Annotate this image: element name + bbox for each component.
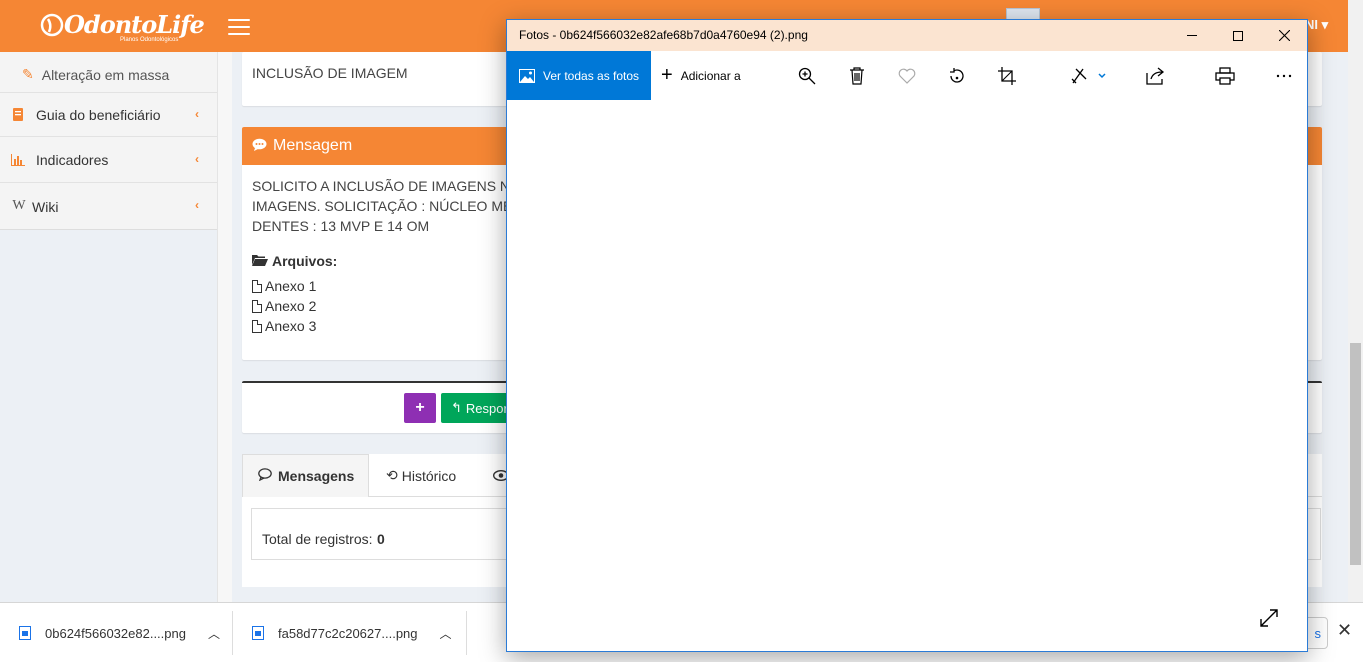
logo-subtitle: Planos Odontológicos — [120, 37, 179, 43]
share-icon[interactable] — [1145, 65, 1167, 87]
folder-open-icon — [252, 253, 268, 269]
file-icon — [252, 299, 262, 313]
add-button[interactable]: + — [404, 393, 436, 423]
chevron-left-icon: ‹ — [195, 107, 199, 121]
sidebar-edge — [217, 52, 232, 602]
image-file-icon — [252, 626, 264, 640]
attachment-link[interactable]: Anexo 3 — [252, 318, 316, 334]
logo-text: OdontoLife — [64, 10, 205, 39]
chevron-left-icon: ‹ — [195, 198, 199, 212]
file-icon — [252, 279, 262, 293]
attachments-label: Arquivos: — [272, 253, 338, 269]
photos-app-window: Fotos - 0b624f566032e82afe68b7d0a4760e94… — [506, 19, 1308, 652]
bar-chart-icon — [11, 153, 25, 167]
gallery-icon — [519, 68, 535, 83]
chevron-up-icon[interactable]: ︿ — [440, 625, 452, 642]
total-records-value: 0 — [377, 531, 385, 547]
reply-icon: ↰ — [451, 400, 462, 415]
book-icon — [11, 108, 25, 122]
close-button[interactable] — [1261, 20, 1307, 51]
message-header-title: Mensagem — [273, 137, 353, 154]
pencil-icon: ✎ — [22, 66, 34, 82]
chevron-left-icon: ‹ — [195, 152, 199, 166]
minimize-button[interactable] — [1169, 20, 1215, 51]
sidebar: ✎ Alteração em massa Guia do beneficiári… — [0, 52, 217, 230]
fullscreen-icon[interactable] — [1259, 608, 1279, 631]
download-separator — [232, 611, 233, 655]
tab-historico[interactable]: ⟲ Histórico — [386, 454, 496, 497]
history-icon: ⟲ — [386, 467, 398, 483]
chevron-up-icon[interactable]: ︿ — [208, 625, 220, 642]
rotate-icon[interactable] — [946, 65, 968, 87]
tab-label: Histórico — [401, 467, 457, 484]
sidebar-subitem-alteracao-em-massa[interactable]: ✎ Alteração em massa — [22, 66, 169, 83]
download-separator — [466, 611, 467, 655]
add-to-label: Adicionar a — [680, 68, 741, 83]
sidebar-item-guia-do-beneficiario[interactable]: Guia do beneficiário ‹ — [0, 92, 217, 137]
sidebar-empty-area — [0, 230, 232, 602]
download-item[interactable]: 0b624f566032e82....png ︿ — [19, 613, 220, 653]
comments-icon — [258, 468, 274, 484]
window-title: Fotos - 0b624f566032e82afe68b7d0a4760e94… — [519, 28, 808, 42]
user-menu-label[interactable]: NI ▾ — [1305, 17, 1328, 33]
scrollbar-thumb[interactable] — [1350, 343, 1361, 565]
reply-label: Respor — [465, 400, 508, 416]
sidebar-item-label: Wiki — [32, 199, 59, 215]
sidebar-subitem-label: Alteração em massa — [41, 66, 170, 83]
edit-icon[interactable] — [1069, 65, 1109, 87]
logo[interactable]: OdontoLife Planos Odontológicos — [38, 8, 205, 48]
see-all-photos-button[interactable]: Ver todas as fotos — [507, 51, 651, 100]
file-icon — [252, 319, 262, 333]
delete-icon[interactable] — [846, 65, 868, 87]
see-all-photos-label: Ver todas as fotos — [543, 68, 640, 83]
sidebar-item-wiki[interactable]: W Wiki ‹ — [0, 184, 217, 215]
attachment-name: Anexo 3 — [265, 318, 317, 334]
download-item[interactable]: fa58d77c2c20627....png ︿ — [252, 613, 452, 653]
menu-toggle-button[interactable] — [228, 19, 250, 35]
message-line: SOLICITO A INCLUSÃO DE IMAGENS N — [252, 178, 511, 194]
comment-icon — [252, 138, 267, 154]
message-line: DENTES : 13 MVP E 14 OM — [252, 218, 430, 234]
sidebar-item-indicadores[interactable]: Indicadores ‹ — [0, 138, 217, 183]
wikipedia-icon: W — [12, 198, 26, 213]
sidebar-item-label: Indicadores — [36, 152, 109, 168]
attachment-link[interactable]: Anexo 2 — [252, 298, 316, 314]
sidebar-item-label: Guia do beneficiário — [36, 106, 161, 123]
plus-icon: + — [661, 64, 673, 86]
window-titlebar[interactable]: Fotos - 0b624f566032e82afe68b7d0a4760e94… — [507, 20, 1307, 51]
add-to-button[interactable]: + Adicionar a — [661, 51, 741, 100]
attachment-name: Anexo 1 — [265, 278, 317, 294]
tab-label: Mensagens — [278, 468, 355, 484]
attachment-link[interactable]: Anexo 1 — [252, 278, 316, 294]
tab-mensagens[interactable]: Mensagens — [242, 454, 369, 497]
zoom-icon[interactable] — [796, 65, 818, 87]
attachments-heading: Arquivos: — [252, 253, 337, 269]
favorite-icon[interactable] — [896, 65, 918, 87]
more-icon[interactable] — [1273, 65, 1295, 87]
message-line: IMAGENS. SOLICITAÇÃO : NÚCLEO ME — [252, 198, 513, 214]
image-file-icon — [19, 626, 31, 640]
crop-icon[interactable] — [996, 65, 1018, 87]
photos-toolbar: Ver todas as fotos + Adicionar a — [507, 51, 1307, 100]
maximize-button[interactable] — [1215, 20, 1261, 51]
close-icon[interactable]: ✕ — [1337, 620, 1352, 641]
attachment-name: Anexo 2 — [265, 298, 317, 314]
logo-mark-icon — [40, 13, 64, 37]
download-filename: fa58d77c2c20627....png — [278, 625, 418, 641]
download-filename: 0b624f566032e82....png — [45, 625, 186, 641]
print-icon[interactable] — [1214, 65, 1236, 87]
total-records-label: Total de registros: — [262, 531, 373, 547]
request-title: INCLUSÃO DE IMAGEM — [252, 65, 408, 81]
